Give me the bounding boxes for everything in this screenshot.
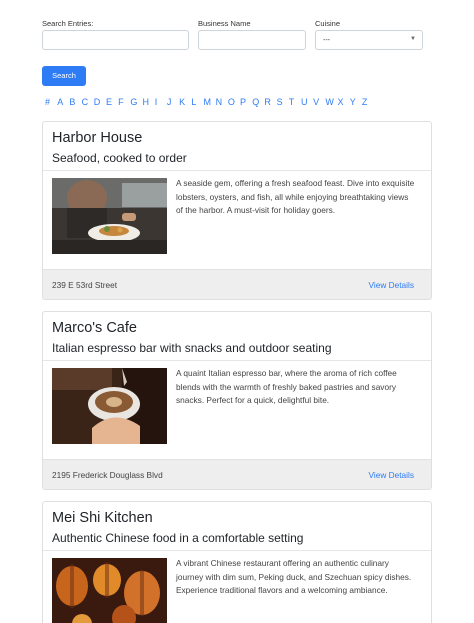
alphabet-link[interactable]: D xyxy=(94,97,106,107)
search-button[interactable]: Search xyxy=(42,66,86,86)
alphabet-link[interactable]: I xyxy=(155,97,167,107)
search-field: Search Entries: xyxy=(42,19,189,50)
alphabet-link[interactable]: T xyxy=(289,97,301,107)
alphabet-link[interactable]: P xyxy=(240,97,252,107)
alphabet-link[interactable]: Z xyxy=(362,97,374,107)
listing-photo xyxy=(52,558,167,623)
listing-address: 239 E 53rd Street xyxy=(52,280,118,290)
card-body: A vibrant Chinese restaurant offering an… xyxy=(43,551,431,623)
listing-card: Marco's Cafe Italian espresso bar with s… xyxy=(42,311,432,490)
alphabet-link[interactable]: L xyxy=(191,97,203,107)
listing-card: Mei Shi Kitchen Authentic Chinese food i… xyxy=(42,501,432,623)
alphabet-link[interactable]: M xyxy=(203,97,215,107)
alphabet-link[interactable]: R xyxy=(264,97,276,107)
chevron-down-icon: ▼ xyxy=(410,36,416,42)
alphabet-link[interactable]: S xyxy=(277,97,289,107)
alphabet-link[interactable]: N xyxy=(216,97,228,107)
alphabet-link[interactable]: U xyxy=(301,97,313,107)
alphabet-link[interactable]: Q xyxy=(252,97,264,107)
card-header: Mei Shi Kitchen Authentic Chinese food i… xyxy=(43,502,431,551)
listing-subtitle: Seafood, cooked to order xyxy=(52,151,187,165)
listing-description: A quaint Italian espresso bar, where the… xyxy=(176,368,397,405)
view-details-link[interactable]: View Details xyxy=(369,280,415,290)
listing-description: A seaside gem, offering a fresh seafood … xyxy=(176,178,415,215)
listing-title: Mei Shi Kitchen xyxy=(52,510,153,526)
alphabet-link[interactable]: O xyxy=(228,97,240,107)
business-name-input[interactable] xyxy=(198,30,306,50)
listing-photo xyxy=(52,178,167,254)
alphabet-filter: # A B C D E F G H I J K L M N O P Q R S T U V W X Y Z xyxy=(45,97,374,107)
listing-subtitle: Authentic Chinese food in a comfortable … xyxy=(52,531,304,545)
alphabet-link[interactable]: G xyxy=(130,97,142,107)
listing-photo xyxy=(52,368,167,444)
listing-title: Harbor House xyxy=(52,130,143,146)
business-name-field: Business Name xyxy=(198,19,306,50)
alphabet-link[interactable]: V xyxy=(313,97,325,107)
alphabet-link[interactable]: F xyxy=(118,97,130,107)
listing-card: Harbor House Seafood, cooked to order A … xyxy=(42,121,432,300)
card-footer: 2195 Frederick Douglass Blvd View Detail… xyxy=(43,459,431,489)
alphabet-link[interactable]: X xyxy=(338,97,350,107)
alphabet-link[interactable]: C xyxy=(82,97,94,107)
card-header: Harbor House Seafood, cooked to order xyxy=(43,122,431,171)
cuisine-field: Cuisine --- ▼ xyxy=(315,19,423,50)
business-name-label: Business Name xyxy=(198,19,251,28)
card-body: A seaside gem, offering a fresh seafood … xyxy=(43,171,431,269)
alphabet-link[interactable]: K xyxy=(179,97,191,107)
alphabet-link[interactable]: A xyxy=(57,97,69,107)
card-body: A quaint Italian espresso bar, where the… xyxy=(43,361,431,459)
alphabet-link[interactable]: J xyxy=(167,97,179,107)
listing-title: Marco's Cafe xyxy=(52,320,137,336)
card-footer: 239 E 53rd Street View Details xyxy=(43,269,431,299)
alphabet-link[interactable]: E xyxy=(106,97,118,107)
listing-description: A vibrant Chinese restaurant offering an… xyxy=(176,558,412,595)
cuisine-label: Cuisine xyxy=(315,19,341,28)
cuisine-selected-value: --- xyxy=(323,37,330,44)
cuisine-select[interactable]: --- ▼ xyxy=(315,30,423,50)
alphabet-link[interactable]: # xyxy=(45,97,57,107)
directory-page: Search Entries: Business Name Cuisine --… xyxy=(42,0,432,623)
search-input[interactable] xyxy=(42,30,189,50)
alphabet-link[interactable]: W xyxy=(325,97,337,107)
alphabet-link[interactable]: H xyxy=(143,97,155,107)
card-header: Marco's Cafe Italian espresso bar with s… xyxy=(43,312,431,361)
alphabet-link[interactable]: B xyxy=(69,97,81,107)
listing-address: 2195 Frederick Douglass Blvd xyxy=(52,470,163,480)
filter-bar: Search Entries: Business Name Cuisine --… xyxy=(42,19,432,69)
view-details-link[interactable]: View Details xyxy=(369,470,415,480)
listing-subtitle: Italian espresso bar with snacks and out… xyxy=(52,341,332,355)
search-label: Search Entries: xyxy=(42,19,94,28)
alphabet-link[interactable]: Y xyxy=(350,97,362,107)
